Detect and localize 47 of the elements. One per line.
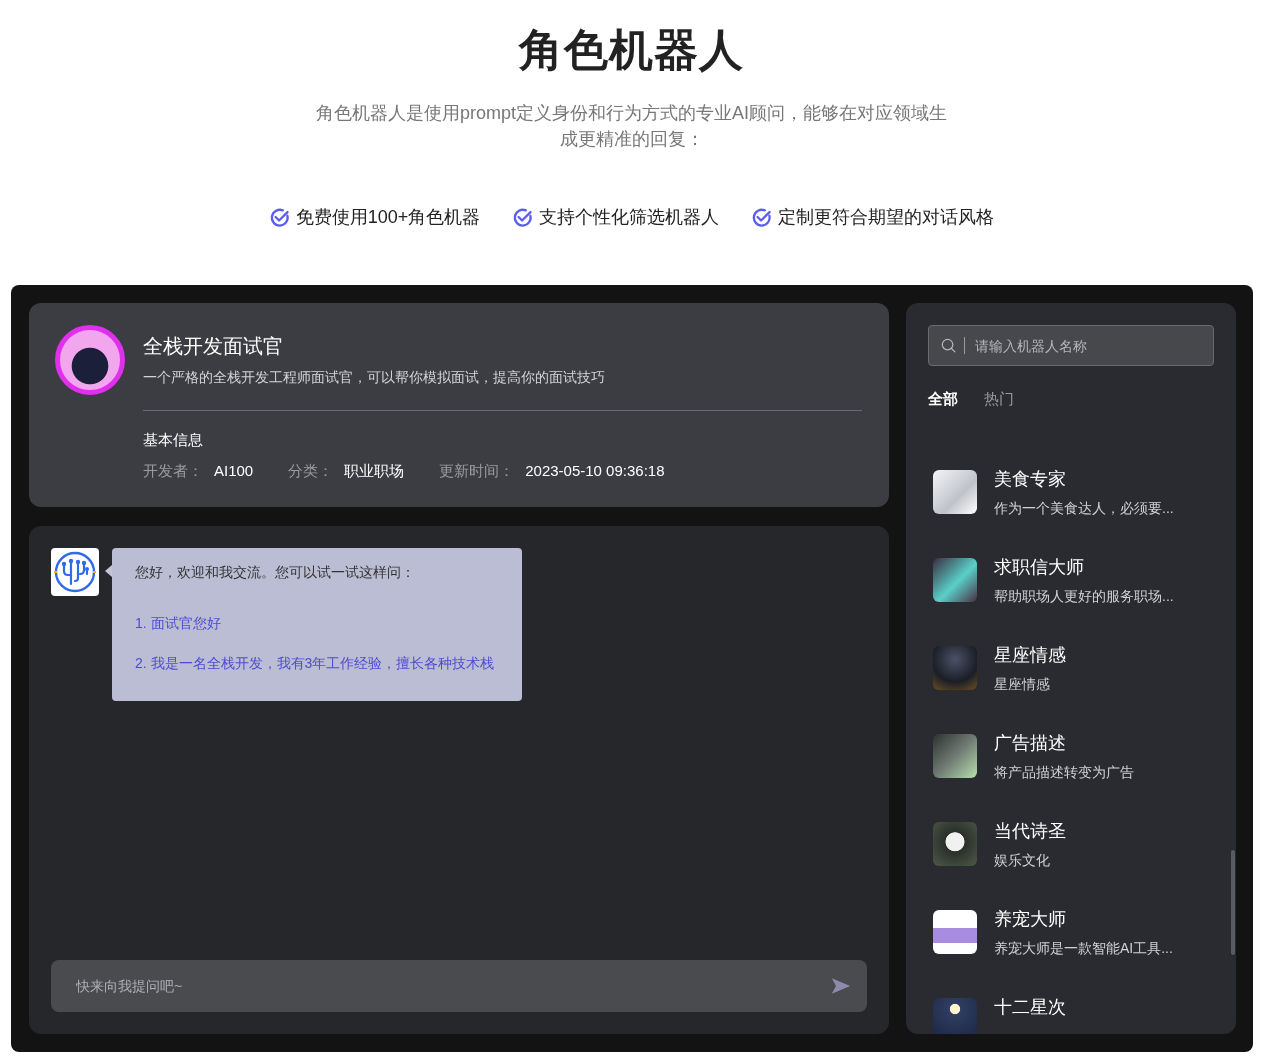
feature-text: 支持个性化筛选机器人 [539, 206, 720, 229]
check-circle-icon [268, 206, 290, 228]
search-icon [941, 338, 956, 353]
bot-name[interactable]: 当代诗圣 [994, 819, 1066, 843]
feature-text: 免费使用100+角色机器 [295, 206, 481, 229]
filter-tab[interactable]: 热门 [984, 389, 1014, 409]
filter-tab[interactable]: 全部 [928, 389, 958, 409]
bot-description: 星座情感 [994, 675, 1051, 694]
message-text: 您好，欢迎和我交流。您可以试一试这样问： [135, 563, 416, 582]
check-circle-icon [512, 206, 534, 228]
bot-description: 养宠大师是一款智能AI工具... [994, 939, 1173, 958]
avatar-image [933, 998, 977, 1034]
bot-name[interactable]: 十二星次 [994, 995, 1066, 1019]
avatar-image [933, 558, 977, 602]
suggestion-link[interactable]: 2. 我是一名全栈开发，我有3年工作经验，擅长各种技术栈 [135, 653, 495, 673]
page-title: 角色机器人 [519, 24, 744, 76]
field-value: 2023-05-10 09:36:18 [525, 461, 665, 481]
bot-description: 将产品描述转变为广告 [994, 763, 1134, 782]
field-label: 开发者： [143, 461, 203, 481]
field-value: AI100 [214, 461, 254, 481]
avatar-image [933, 734, 977, 778]
avatar-image [933, 646, 977, 690]
field-value: 职业职场 [344, 461, 405, 481]
bot-name[interactable]: 美食专家 [994, 467, 1174, 491]
circuit-logo-icon [51, 548, 99, 596]
suggestion-link[interactable]: 1. 面试官您好 [135, 613, 221, 633]
avatar-image [933, 470, 977, 514]
field-label: 更新时间： [439, 461, 515, 481]
bot-name[interactable]: 养宠大师 [994, 907, 1173, 931]
avatar-image [933, 822, 977, 866]
page-subtitle: 角色机器人是使用prompt定义身份和行为方式的专业AI顾问，能够在对应领域生成更精准的回复： [315, 102, 948, 151]
field-label: 分类： [288, 461, 334, 481]
bot-description: 帮助职场人更好的服务职场... [994, 587, 1174, 606]
check-circle-icon [751, 206, 773, 228]
bot-description: 娱乐文化 [994, 851, 1051, 870]
bot-name: 全栈开发面试官 [143, 334, 284, 359]
bot-description: 一个严格的全栈开发工程师面试官，可以帮你模拟面试，提高你的面试技巧 [143, 368, 606, 387]
scrollbar-thumb[interactable] [1231, 850, 1235, 955]
message-input[interactable]: 快来向我提问吧~ [51, 960, 867, 1012]
bot-description: 作为一个美食达人，必须要... [994, 499, 1174, 518]
bot-name[interactable]: 星座情感 [994, 643, 1066, 667]
avatar-image [933, 910, 977, 954]
bot-name[interactable]: 求职信大师 [994, 555, 1174, 579]
section-title: 基本信息 [143, 430, 204, 450]
search-field[interactable]: 请输入机器人名称 [928, 325, 1214, 366]
feature-text: 定制更符合期望的对话风格 [778, 206, 995, 229]
bot-name[interactable]: 广告描述 [994, 731, 1134, 755]
